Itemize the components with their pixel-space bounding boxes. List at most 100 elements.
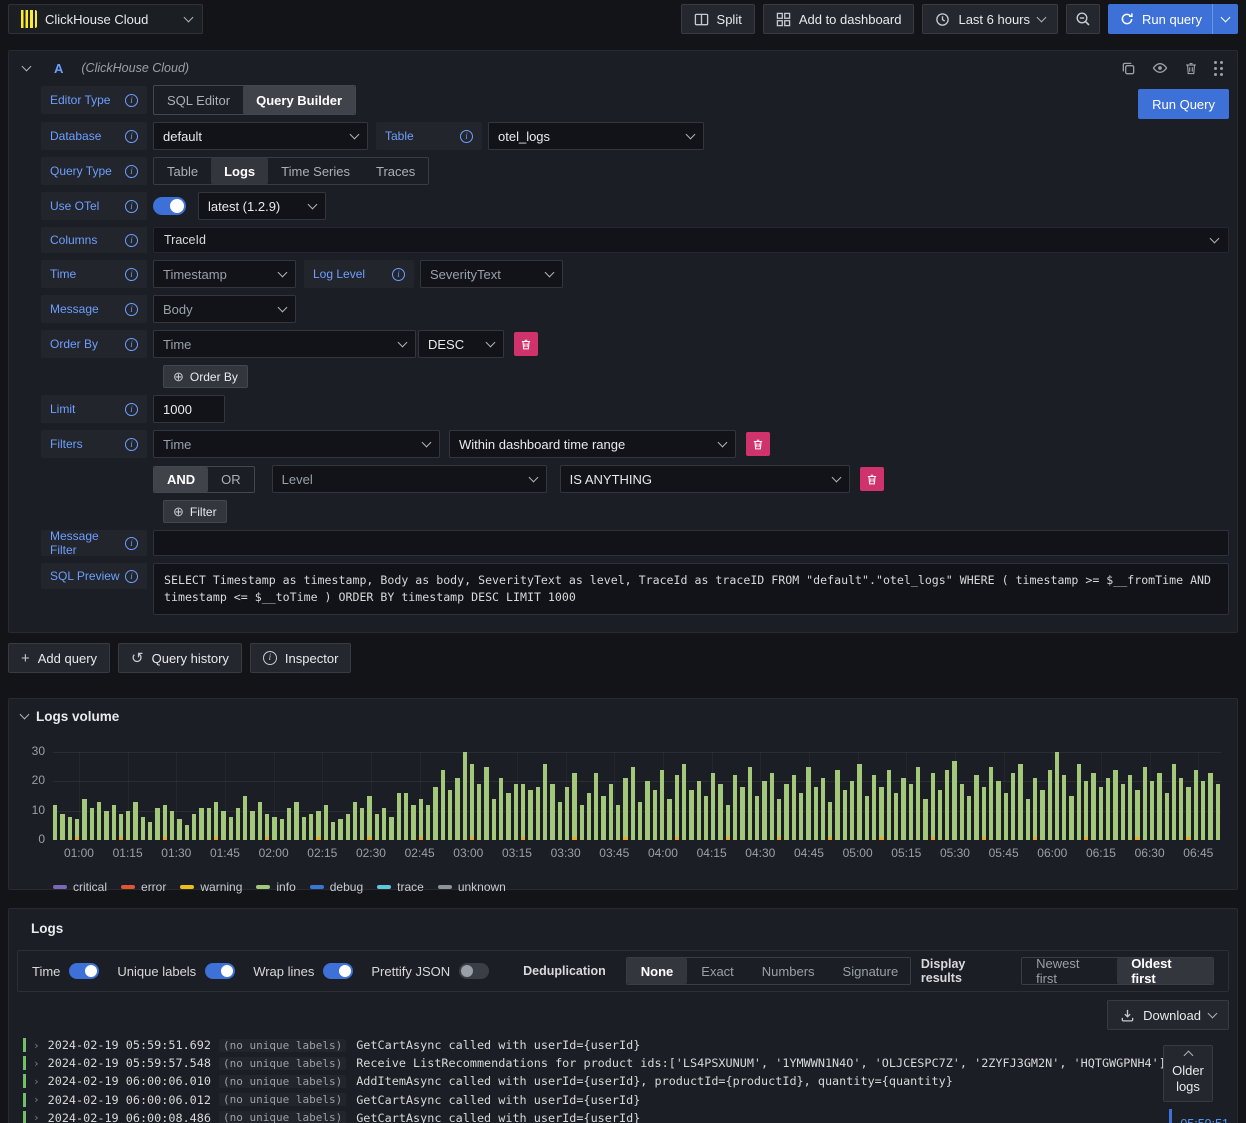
volume-bar[interactable] [872, 775, 877, 840]
volume-bar[interactable] [301, 816, 306, 840]
legend-item-error[interactable]: error [121, 880, 166, 894]
volume-bar[interactable] [542, 763, 548, 840]
volume-bar[interactable] [170, 810, 175, 840]
volume-bar[interactable] [491, 798, 497, 840]
volume-bar[interactable] [1040, 790, 1045, 840]
volume-bar[interactable] [53, 804, 58, 840]
volume-bar[interactable] [1135, 790, 1140, 840]
volume-bar[interactable] [433, 787, 438, 840]
volume-bar[interactable] [323, 804, 328, 840]
volume-bar[interactable] [703, 796, 709, 840]
add-filter-button[interactable]: ⊕ Filter [163, 500, 227, 523]
columns-multiselect[interactable]: TraceId [153, 227, 1229, 253]
volume-bar[interactable] [177, 819, 182, 840]
volume-bar[interactable] [1076, 763, 1082, 840]
volume-bar[interactable] [893, 793, 899, 840]
log-row[interactable]: › 2024-02-19 06:00:06.010 (no unique label… [23, 1072, 1231, 1090]
volume-bar[interactable] [967, 796, 972, 840]
volume-bar[interactable] [1098, 787, 1103, 840]
volume-bar[interactable] [959, 784, 965, 840]
volume-bar[interactable] [1171, 763, 1177, 840]
query-type-option-logs[interactable]: Logs [211, 158, 269, 184]
query-type-option-time-series[interactable]: Time Series [268, 158, 363, 184]
volume-bar[interactable] [279, 819, 284, 840]
volume-bar[interactable] [404, 793, 409, 840]
legend-item-unknown[interactable]: unknown [437, 880, 506, 894]
info-icon[interactable]: i [125, 569, 138, 583]
volume-bar[interactable] [638, 801, 643, 840]
volume-bar[interactable] [1069, 796, 1074, 840]
volume-bar[interactable] [82, 798, 87, 840]
download-button[interactable]: Download [1107, 1000, 1229, 1030]
volume-bar[interactable] [645, 781, 650, 840]
volume-bar[interactable] [133, 801, 138, 840]
volume-bar[interactable] [733, 775, 738, 840]
volume-bar[interactable] [425, 804, 431, 840]
volume-bar[interactable] [418, 798, 423, 840]
logs-volume-header[interactable]: Logs volume [9, 699, 1237, 724]
volume-bar[interactable] [586, 793, 592, 840]
expand-chevron-icon[interactable]: › [33, 1039, 40, 1052]
remove-order-by-button[interactable] [514, 332, 538, 356]
volume-bar[interactable] [221, 810, 226, 840]
volume-bar[interactable] [945, 769, 950, 840]
volume-bar[interactable] [1025, 798, 1030, 840]
volume-bar[interactable] [257, 801, 263, 840]
wrap-lines-toggle[interactable] [323, 963, 354, 979]
volume-bar[interactable] [623, 778, 628, 840]
volume-bar[interactable] [521, 784, 526, 840]
order-direction-select[interactable]: DESC [418, 330, 504, 358]
log-row[interactable]: › 2024-02-19 06:00:08.486 (no unique label… [23, 1109, 1231, 1123]
volume-bar[interactable] [535, 787, 540, 840]
volume-bar[interactable] [886, 769, 891, 840]
display-option-oldest-first[interactable]: Oldest first [1117, 958, 1213, 984]
volume-bar[interactable] [659, 769, 665, 840]
volume-bar[interactable] [835, 769, 840, 840]
database-select[interactable]: default [153, 122, 368, 150]
volume-bar[interactable] [850, 781, 855, 840]
volume-bar[interactable] [104, 810, 109, 840]
info-icon[interactable]: i [125, 267, 138, 281]
add-query-button[interactable]: + Add query [8, 643, 111, 673]
legend-item-warning[interactable]: warning [180, 880, 242, 894]
run-query-panel-button[interactable]: Run Query [1138, 89, 1229, 119]
editor-type-option-sql-editor[interactable]: SQL Editor [154, 86, 243, 114]
volume-bar[interactable] [813, 787, 818, 840]
volume-bar[interactable] [360, 807, 365, 840]
volume-bar[interactable] [89, 807, 94, 840]
limit-input[interactable]: 1000 [153, 395, 225, 423]
volume-bar[interactable] [352, 801, 358, 840]
volume-bar[interactable] [652, 790, 657, 840]
volume-bar[interactable] [1084, 781, 1089, 840]
volume-bar[interactable] [148, 822, 153, 840]
volume-bar[interactable] [630, 766, 635, 840]
dedup-option-numbers[interactable]: Numbers [748, 958, 829, 984]
info-icon[interactable]: i [125, 129, 138, 143]
delete-query-trash-icon[interactable] [1184, 61, 1198, 76]
volume-bar[interactable] [820, 778, 826, 840]
volume-bar[interactable] [155, 807, 160, 840]
filter-field-select[interactable]: Time [153, 430, 440, 458]
query-header[interactable]: A (ClickHouse Cloud) [9, 51, 1237, 85]
volume-bar[interactable] [1010, 772, 1016, 840]
prettify-json-toggle[interactable] [459, 963, 490, 979]
volume-bar[interactable] [718, 784, 723, 840]
volume-bar[interactable] [440, 769, 445, 840]
volume-bar[interactable] [1120, 784, 1125, 840]
time-column-select[interactable]: Timestamp [153, 260, 296, 288]
volume-bar[interactable] [1003, 793, 1008, 840]
volume-bar[interactable] [791, 775, 796, 840]
volume-bar[interactable] [1047, 769, 1052, 840]
info-icon[interactable]: i [125, 402, 138, 416]
volume-bar[interactable] [243, 796, 248, 840]
volume-bar[interactable] [111, 804, 116, 840]
expand-chevron-icon[interactable]: › [33, 1075, 40, 1088]
volume-bar[interactable] [294, 801, 299, 840]
add-to-dashboard-button[interactable]: Add to dashboard [762, 4, 915, 34]
volume-bar[interactable] [930, 772, 935, 840]
volume-bar[interactable] [126, 810, 131, 840]
info-icon[interactable]: i [125, 164, 138, 178]
volume-bar[interactable] [696, 781, 701, 840]
run-query-button[interactable]: Run query [1108, 4, 1212, 34]
older-logs-button[interactable]: Older logs [1163, 1045, 1213, 1102]
